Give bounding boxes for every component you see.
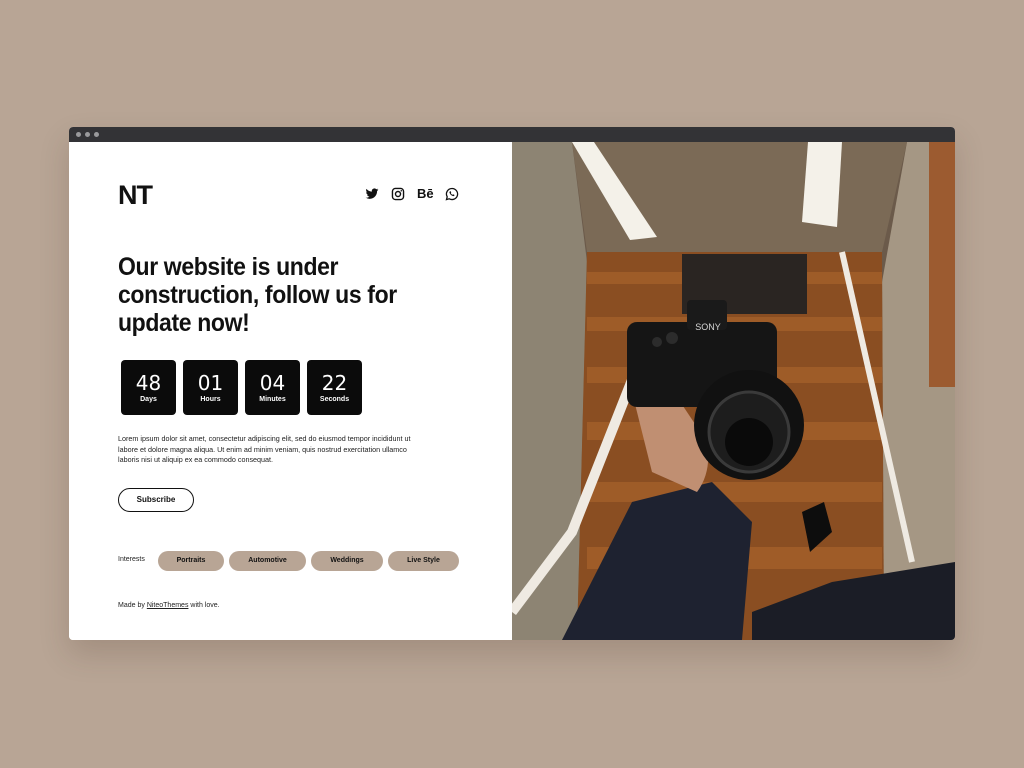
tag-automotive[interactable]: Automotive — [229, 551, 306, 571]
countdown-hours: 01 Hours — [183, 360, 238, 415]
description-text: Lorem ipsum dolor sit amet, consectetur … — [118, 434, 411, 464]
countdown-minutes: 04 Minutes — [245, 360, 300, 415]
tag-portraits[interactable]: Portraits — [158, 551, 224, 571]
whatsapp-icon[interactable] — [445, 187, 459, 201]
interests-label: Interests — [118, 556, 145, 563]
countdown-value: 48 — [135, 371, 162, 395]
hero-photo: SONY — [512, 142, 955, 640]
window-dot-icon — [76, 132, 81, 137]
instagram-icon[interactable] — [391, 187, 405, 201]
interest-tags: Portraits Automotive Weddings Live Style — [158, 551, 459, 571]
window-dot-icon — [94, 132, 99, 137]
twitter-icon[interactable] — [365, 187, 379, 201]
tag-weddings[interactable]: Weddings — [311, 551, 383, 571]
tag-live-style[interactable]: Live Style — [388, 551, 459, 571]
footer-prefix: Made by — [118, 602, 145, 609]
subscribe-button[interactable]: Subscribe — [118, 488, 194, 512]
behance-icon[interactable]: Bē — [417, 187, 434, 201]
window-dot-icon — [85, 132, 90, 137]
camera-brand: SONY — [695, 322, 721, 332]
countdown-seconds: 22 Seconds — [307, 360, 362, 415]
browser-window: NT Bē Our website is under construction,… — [69, 127, 955, 640]
content-panel: NT Bē Our website is under construction,… — [69, 142, 512, 640]
countdown-label: Seconds — [319, 396, 350, 403]
countdown-label: Days — [140, 396, 157, 403]
niteothemes-link[interactable]: NiteoThemes — [147, 602, 189, 609]
countdown-timer: 48 Days 01 Hours 04 Minutes 22 Seconds — [121, 360, 362, 415]
social-links: Bē — [365, 187, 459, 201]
countdown-value: 01 — [197, 371, 224, 395]
page-headline: Our website is under construction, follo… — [118, 253, 397, 337]
countdown-value: 22 — [321, 371, 348, 395]
countdown-days: 48 Days — [121, 360, 176, 415]
logo[interactable]: NT — [118, 182, 153, 209]
countdown-label: Minutes — [259, 396, 286, 403]
countdown-label: Hours — [200, 396, 221, 403]
footer-suffix: with love. — [190, 602, 220, 609]
browser-chrome — [69, 127, 955, 142]
footer-credit: Made by NiteoThemes with love. — [118, 602, 220, 609]
countdown-value: 04 — [259, 371, 286, 395]
camera-stairs-photo: SONY — [512, 142, 955, 640]
